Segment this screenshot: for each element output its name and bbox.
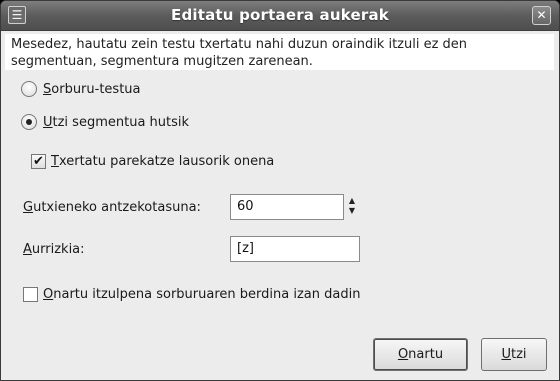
prefix-label: Aurrizkia: — [23, 242, 85, 257]
radio-indicator-selected[interactable] — [21, 114, 37, 130]
min-similarity-label: Gutxieneko antzekotasuna: — [23, 200, 201, 215]
radio-leave-empty[interactable]: Utzi segmentua hutsik — [21, 114, 189, 130]
checkbox-accept-same[interactable]: Onartu itzulpena sorburuaren berdina iza… — [23, 287, 360, 302]
window-title: Editatu portaera aukerak — [171, 6, 389, 24]
radio-source-text-label: Sorburu-testua — [43, 81, 141, 97]
title-bar[interactable]: ☰ Editatu portaera aukerak ✕ — [1, 1, 559, 31]
close-icon: ✕ — [536, 8, 547, 22]
prefix-input[interactable]: [z] — [230, 236, 360, 262]
spin-arrows[interactable]: ▲ ▼ — [346, 196, 358, 218]
spin-up-icon[interactable]: ▲ — [346, 196, 358, 206]
min-similarity-spinbox[interactable]: 60 — [230, 194, 344, 220]
ok-button[interactable]: Onartu — [373, 338, 468, 371]
cancel-button[interactable]: Utzi — [481, 338, 547, 371]
spin-down-icon[interactable]: ▼ — [346, 206, 358, 216]
checkbox-insert-fuzzy-label: Txertatu parekatze lausorik onena — [51, 154, 275, 169]
radio-source-text[interactable]: Sorburu-testua — [21, 81, 141, 97]
radio-indicator[interactable] — [21, 81, 37, 97]
checkbox-checked-icon[interactable]: ✔ — [31, 154, 46, 169]
radio-leave-empty-label: Utzi segmentua hutsik — [43, 114, 190, 130]
close-button[interactable]: ✕ — [532, 6, 551, 25]
checkbox-accept-same-label: Onartu itzulpena sorburuaren berdina iza… — [43, 287, 361, 302]
checkbox-unchecked[interactable] — [23, 287, 38, 302]
dialog-window: ☰ Editatu portaera aukerak ✕ Mesedez, ha… — [0, 0, 560, 381]
checkbox-insert-fuzzy[interactable]: ✔ Txertatu parekatze lausorik onena — [31, 154, 274, 169]
instruction-message: Mesedez, hautatu zein testu txertatu nah… — [5, 34, 554, 70]
